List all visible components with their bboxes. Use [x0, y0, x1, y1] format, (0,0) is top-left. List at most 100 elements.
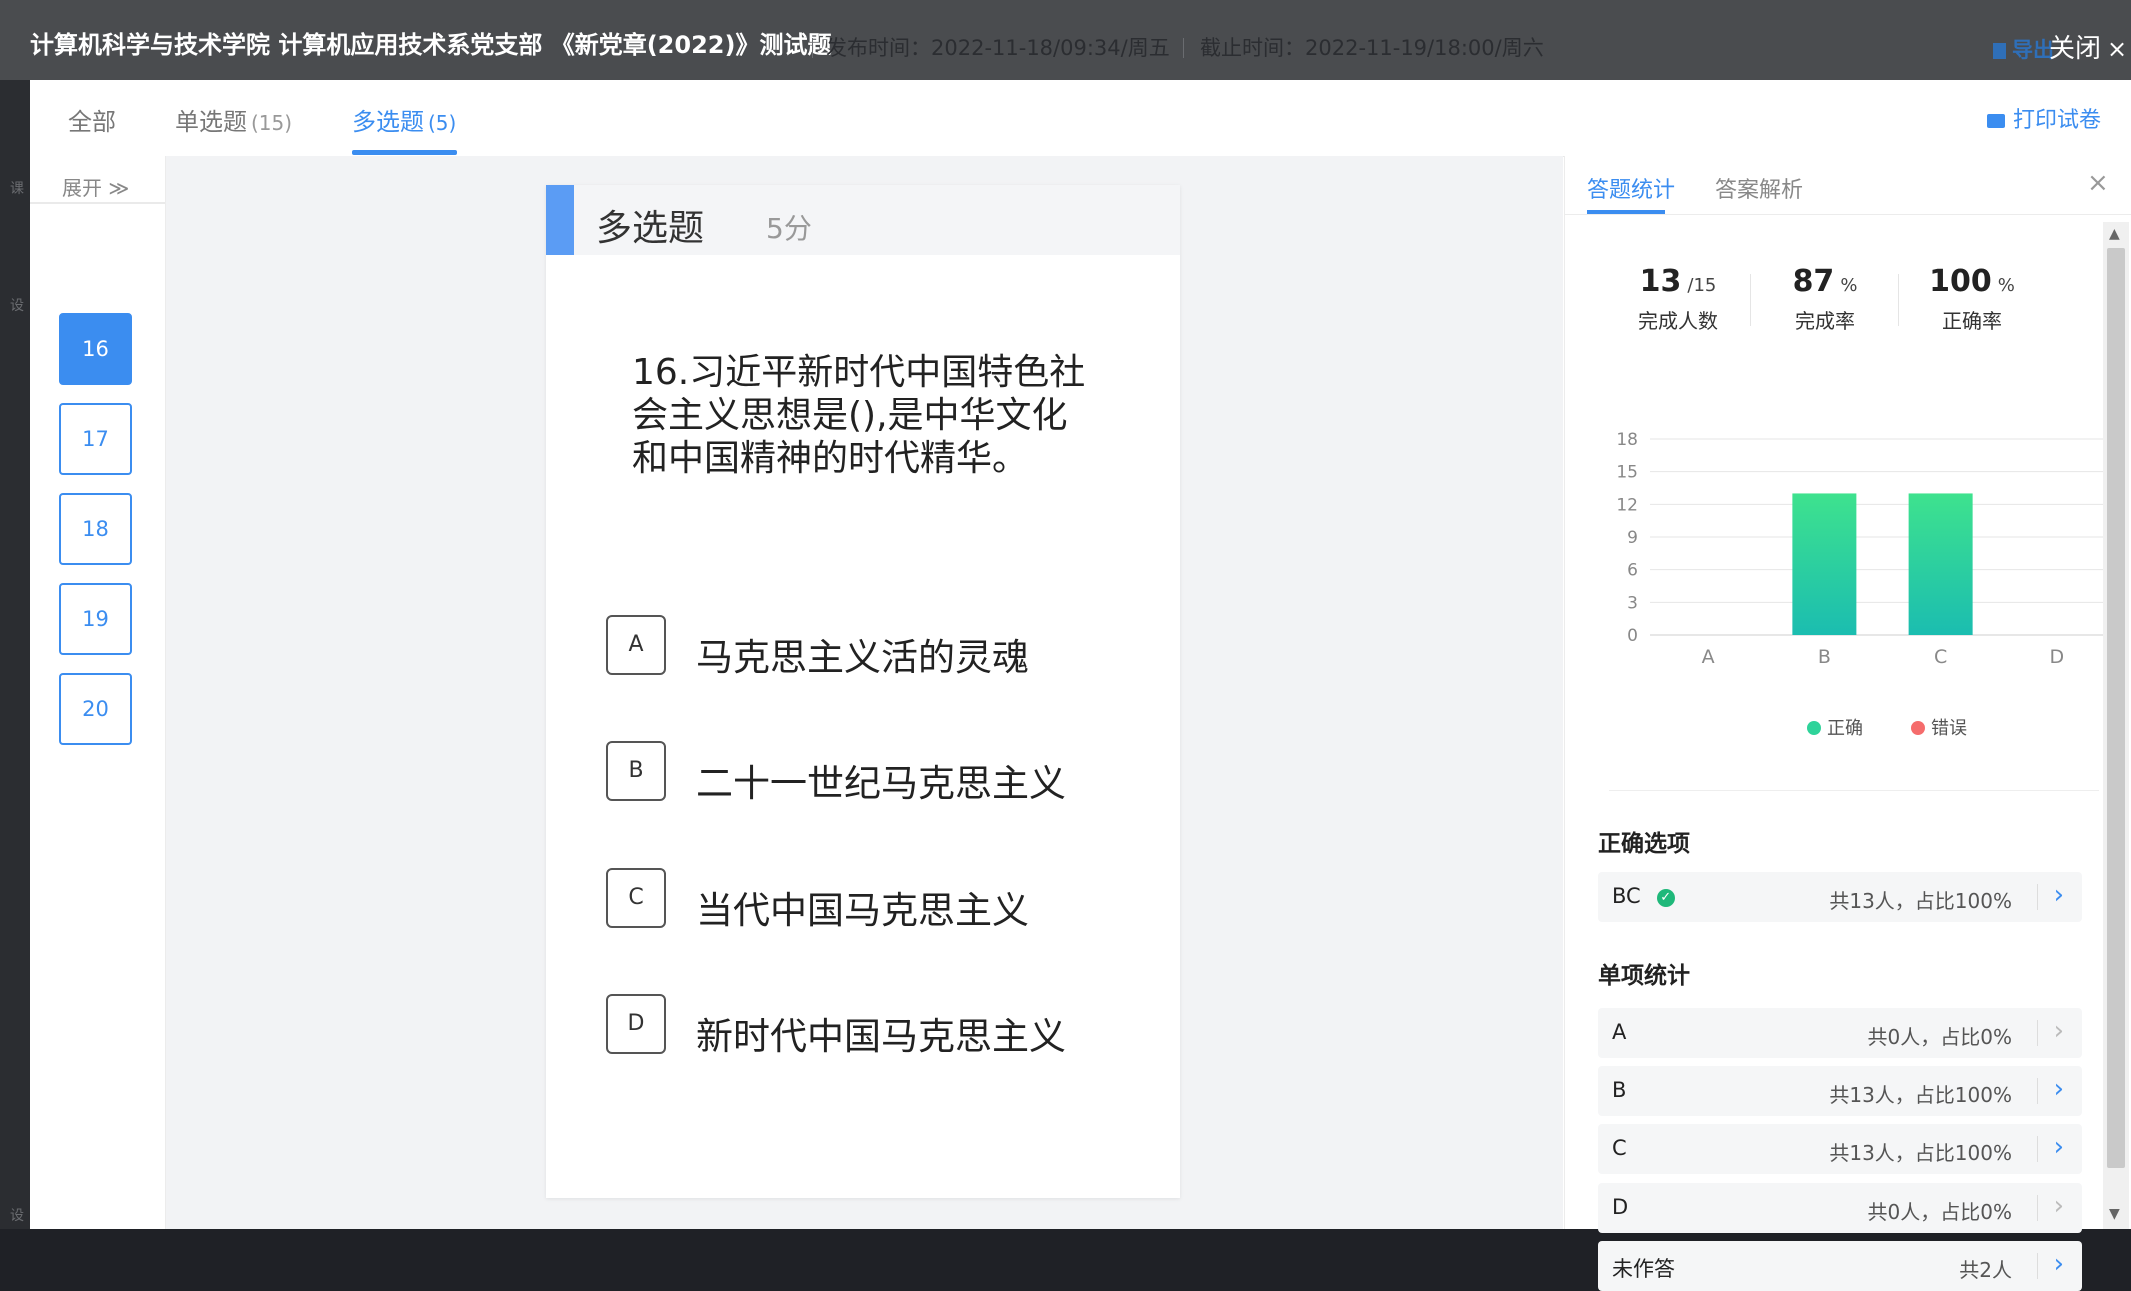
scrollbar-thumb[interactable]: [2107, 248, 2125, 1168]
active-tab-indicator: [352, 150, 457, 155]
correct-option-label: BC: [1612, 884, 1641, 908]
row-value: 共13人，占比100%: [1829, 1141, 2012, 1165]
chevron-right-icon: ›: [2053, 1249, 2064, 1279]
stat-accuracy-rate: 100% 正确率: [1902, 264, 2042, 334]
question-number-19[interactable]: 19: [59, 583, 132, 655]
chevron-right-icon: ›: [2053, 1016, 2064, 1046]
row-value: 共0人，占比0%: [1867, 1025, 2012, 1049]
stat-unit: %: [1840, 275, 1858, 296]
option-letter: C: [606, 868, 666, 928]
close-icon[interactable]: ×: [2087, 168, 2109, 198]
print-button[interactable]: 打印试卷: [1986, 102, 2101, 134]
question-number-18[interactable]: 18: [59, 493, 132, 565]
strip-char: 课: [10, 181, 24, 197]
exam-panel: 全部 单选题 (15) 多选题 (5) 打印试卷 展开 ≫ 16 17 18 19 …: [30, 80, 2131, 1291]
printer-icon: [1986, 114, 2005, 128]
y-tick-label: 18: [1616, 431, 1638, 450]
option-a[interactable]: A 马克思主义活的灵魂: [606, 615, 1146, 679]
question-score: 5分: [766, 212, 812, 245]
question-number-16[interactable]: 16: [59, 313, 132, 385]
tab-answer-analysis[interactable]: 答案解析: [1715, 172, 1803, 204]
chevron-right-icon: ›: [2053, 1074, 2064, 1104]
tab-single-choice[interactable]: 单选题 (15): [175, 102, 292, 137]
accent-bar: [546, 185, 574, 255]
divider: [1183, 38, 1184, 58]
option-text: 新时代中国马克思主义: [696, 1015, 1066, 1058]
scrollbar[interactable]: ▲ ▼: [2103, 222, 2129, 1229]
tab-all[interactable]: 全部: [68, 102, 116, 137]
export-button[interactable]: 导出: [1993, 34, 2054, 64]
option-text: 马克思主义活的灵魂: [696, 636, 1029, 679]
legend-item-wrong: 错误: [1911, 714, 1967, 740]
option-stat-row-a[interactable]: A 共0人，占比0% ›: [1598, 1008, 2082, 1058]
check-circle-icon: ✓: [1656, 889, 1675, 907]
correct-option-row[interactable]: BC ✓ 共13人，占比100% ›: [1598, 872, 2082, 922]
question-nav: 展开 ≫ 16 17 18 19 20: [30, 156, 166, 1229]
stat-value: 100: [1929, 264, 1992, 299]
tab-answer-statistics[interactable]: 答题统计: [1587, 172, 1675, 204]
y-tick-label: 3: [1627, 593, 1638, 613]
scroll-down-icon[interactable]: ▼: [2109, 1206, 2120, 1222]
divider: [2037, 1195, 2038, 1221]
statistics-panel: 答题统计 答案解析 × 13/15 完成人数 87% 完成率 100% 正确率 …: [1564, 156, 2131, 1291]
divider: [2037, 884, 2038, 910]
tab-label: 多选题: [352, 108, 424, 136]
option-stat-row-d[interactable]: D 共0人，占比0% ›: [1598, 1183, 2082, 1233]
x-tick-label: B: [1818, 646, 1831, 668]
stat-unit: /15: [1687, 275, 1717, 296]
divider: [1565, 214, 2131, 215]
divider: [1898, 274, 1899, 326]
section-title-correct-option: 正确选项: [1598, 831, 1690, 857]
bar-correct-b: [1792, 493, 1857, 635]
tab-label: 全部: [68, 108, 116, 136]
row-label: D: [1612, 1195, 1629, 1219]
stat-label: 正确率: [1942, 309, 2002, 333]
divider: [1609, 790, 2099, 791]
top-bar: 计算机科学与技术学院 计算机应用技术系党支部 《新党章(2022)》测试题 发布…: [0, 0, 2131, 80]
export-label: 导出: [2012, 38, 2054, 62]
row-label: A: [1612, 1020, 1627, 1044]
question-number-17[interactable]: 17: [59, 403, 132, 475]
page-title: 计算机科学与技术学院 计算机应用技术系党支部 《新党章(2022)》测试题: [30, 31, 832, 59]
question-type: 多选题: [596, 208, 705, 249]
option-stat-row-c[interactable]: C 共13人，占比100% ›: [1598, 1124, 2082, 1174]
background-strip: 课 设 设: [0, 80, 30, 1229]
strip-char: 设: [10, 1208, 24, 1224]
chevron-right-icon: ›: [2053, 880, 2064, 910]
file-icon: [1993, 43, 2006, 59]
tab-count: (15): [251, 111, 293, 135]
option-stat-row-b[interactable]: B 共13人，占比100% ›: [1598, 1066, 2082, 1116]
divider: [2037, 1078, 2038, 1104]
legend-dot: [1807, 721, 1821, 735]
legend-label: 错误: [1931, 718, 1967, 739]
question-number-20[interactable]: 20: [59, 673, 132, 745]
option-b[interactable]: B 二十一世纪马克思主义: [606, 741, 1146, 805]
print-label: 打印试卷: [2012, 108, 2101, 133]
close-button[interactable]: 关闭 ×: [2049, 28, 2127, 65]
row-label: B: [1612, 1078, 1627, 1102]
close-label: 关闭: [2049, 34, 2102, 64]
question-header: 多选题 5分: [546, 185, 1180, 255]
strip-char: 设: [10, 298, 24, 314]
option-text: 二十一世纪马克思主义: [696, 762, 1066, 805]
option-c[interactable]: C 当代中国马克思主义: [606, 868, 1146, 932]
scroll-up-icon[interactable]: ▲: [2109, 226, 2120, 242]
y-tick-label: 15: [1616, 463, 1638, 483]
tab-multi-choice[interactable]: 多选题 (5): [352, 102, 456, 137]
divider: [812, 38, 813, 58]
chevron-right-icon: ›: [2053, 1132, 2064, 1162]
divider: [2037, 1253, 2038, 1279]
chevron-right-icon: ›: [2053, 1191, 2064, 1221]
row-value: 共13人，占比100%: [1829, 1083, 2012, 1107]
legend-dot: [1911, 721, 1925, 735]
y-tick-label: 9: [1627, 528, 1638, 548]
expand-button[interactable]: 展开 ≫: [62, 172, 129, 201]
stat-unit: %: [1997, 275, 2015, 296]
row-label: 未作答: [1612, 1257, 1675, 1281]
y-tick-label: 12: [1616, 495, 1638, 515]
option-d[interactable]: D 新时代中国马克思主义: [606, 994, 1146, 1058]
divider: [1750, 274, 1751, 326]
option-letter: B: [606, 741, 666, 801]
stat-label: 完成人数: [1638, 309, 1718, 333]
option-stat-row-unanswered[interactable]: 未作答 共2人 ›: [1598, 1241, 2082, 1291]
